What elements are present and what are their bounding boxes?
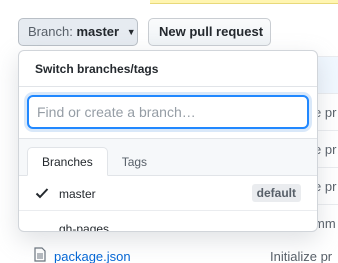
branch-item-master[interactable]: master default (19, 176, 317, 211)
current-branch-name: master (76, 24, 120, 39)
commit-message[interactable]: Initialize pr (270, 249, 332, 263)
branch-tag-tabs: Branches Tags (19, 139, 317, 176)
triangle-down-icon: ▼ (126, 27, 136, 37)
branch-select-button[interactable]: Branch: master ▼ (18, 18, 138, 46)
flash-banner (150, 0, 338, 4)
branch-name: master (59, 187, 96, 201)
branch-filter-input[interactable] (27, 95, 309, 129)
branch-name: gh-pages (59, 222, 110, 232)
repo-page: Branch: master ▼ New pull request e pr e… (0, 0, 338, 263)
branch-filter-container (19, 87, 317, 139)
new-pull-request-button[interactable]: New pull request (148, 18, 271, 46)
tab-tags[interactable]: Tags (108, 148, 161, 177)
default-badge: default (251, 184, 301, 202)
branch-select-menu: Switch branches/tags BranchesTags master… (18, 50, 318, 232)
branch-prefix-label: Branch: (28, 24, 73, 39)
check-icon (35, 188, 49, 199)
table-row: package.json Initialize pr (18, 244, 338, 263)
file-name-link[interactable]: package.json (54, 249, 131, 263)
menu-title: Switch branches/tags (19, 51, 317, 87)
tab-branches[interactable]: Branches (27, 147, 108, 176)
branch-item-gh-pages[interactable]: gh-pages (19, 211, 317, 232)
file-icon (34, 247, 46, 262)
